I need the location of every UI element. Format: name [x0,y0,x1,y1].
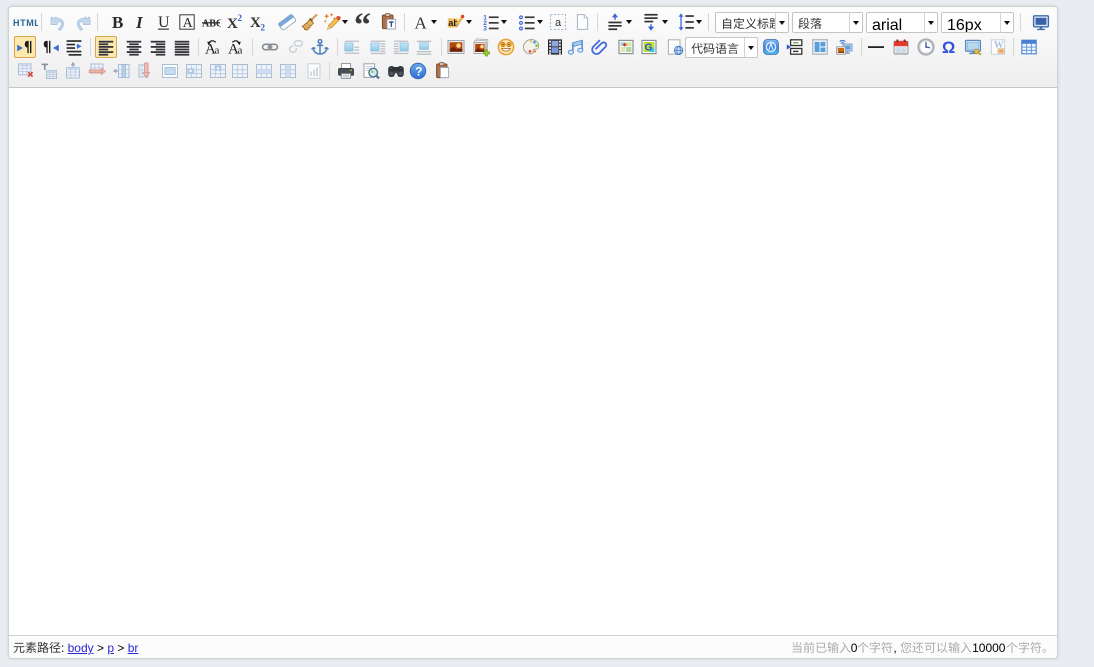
svg-text:“: “ [355,12,371,32]
svg-text:X: X [250,15,261,31]
svg-text:A: A [415,14,428,33]
svg-text:a: a [555,17,562,29]
svg-text:HTML: HTML [13,18,38,28]
svg-text:2: 2 [261,23,266,33]
svg-text:a: a [238,45,243,57]
svg-text:U: U [158,14,170,31]
svg-text:Ω: Ω [942,39,955,57]
svg-text:?: ? [415,64,422,78]
svg-text:X: X [227,16,238,32]
svg-text:G: G [645,43,653,54]
svg-text:A: A [183,16,194,31]
svg-text:ABC: ABC [202,19,221,30]
svg-text:I: I [135,13,144,32]
svg-text:B: B [112,13,123,32]
svg-text:3: 3 [483,26,487,32]
svg-text:2: 2 [238,13,243,23]
svg-text:a: a [215,45,220,57]
